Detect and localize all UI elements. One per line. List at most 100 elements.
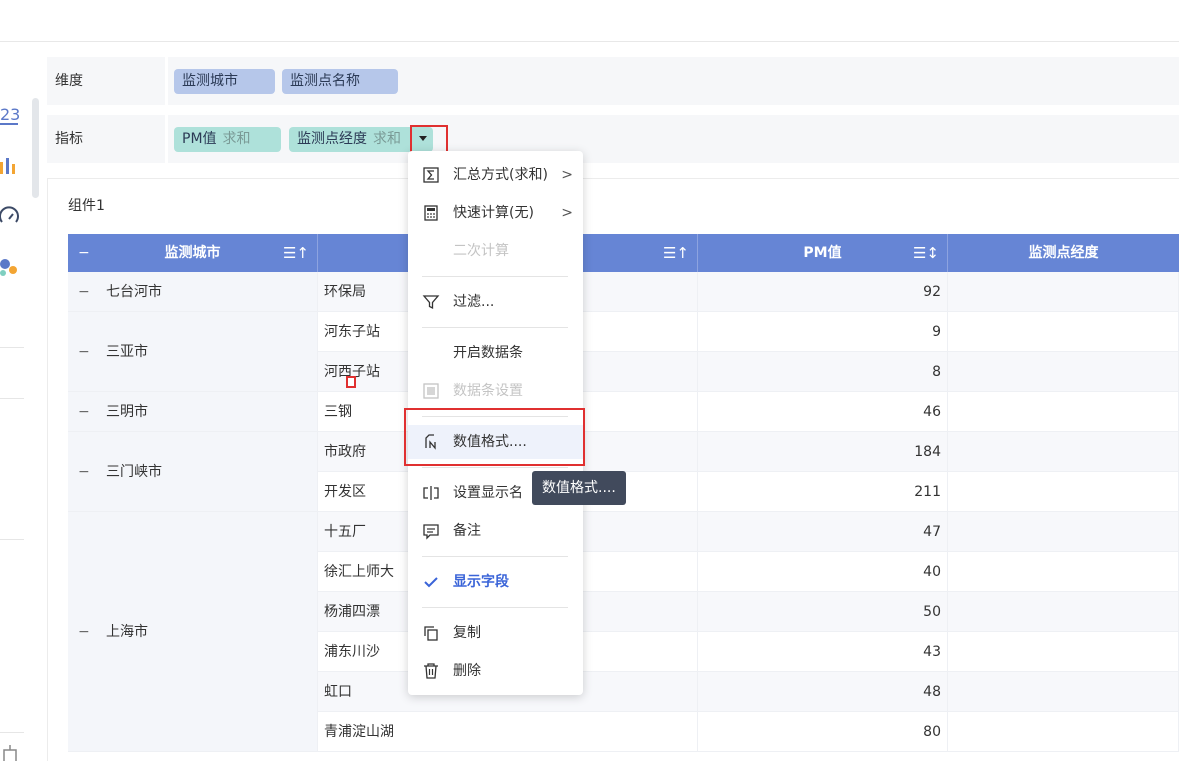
collapse-row-icon[interactable]: − bbox=[78, 432, 90, 511]
longitude-cell bbox=[948, 552, 1179, 592]
measure-pill-name: PM值 bbox=[182, 131, 217, 147]
header-label: PM值 bbox=[803, 245, 842, 261]
check-icon bbox=[424, 577, 438, 588]
collapse-row-icon[interactable]: − bbox=[78, 272, 90, 311]
menu-item-0[interactable]: 汇总方式(求和) > bbox=[408, 158, 583, 192]
longitude-cell bbox=[948, 672, 1179, 712]
city-cell: − 七台河市 bbox=[68, 272, 318, 312]
bubble-chart-icon[interactable] bbox=[0, 256, 22, 278]
header-label: 监测点经度 bbox=[1028, 245, 1099, 261]
pm-cell: 43 bbox=[698, 632, 948, 672]
city-cell: − 三明市 bbox=[68, 392, 318, 432]
strip-divider bbox=[0, 398, 24, 399]
pm-cell: 8 bbox=[698, 352, 948, 392]
annotation-highlight-box bbox=[404, 408, 585, 466]
menu-item-5: 数据条设置 bbox=[408, 374, 583, 408]
sort-asc-icon[interactable]: ☰↑ bbox=[663, 234, 689, 272]
annotation-marker bbox=[346, 376, 356, 388]
pm-cell: 80 bbox=[698, 712, 948, 752]
longitude-cell bbox=[948, 312, 1179, 352]
trash-icon bbox=[424, 663, 438, 679]
caret-down-icon bbox=[419, 136, 427, 141]
measure-pill-pm[interactable]: PM值 求和 bbox=[174, 127, 281, 152]
collapse-all-icon[interactable]: − bbox=[78, 234, 90, 272]
menu-separator bbox=[422, 327, 568, 328]
chevron-right-icon: > bbox=[561, 167, 573, 183]
menu-item-11[interactable]: 删除 bbox=[408, 654, 583, 688]
pm-cell: 47 bbox=[698, 512, 948, 552]
column-header-pm[interactable]: PM值 ☰↕ bbox=[698, 234, 948, 272]
sort-asc-icon[interactable]: ☰↑ bbox=[283, 234, 309, 272]
calculator-icon bbox=[424, 205, 438, 221]
city-cell: − 三门峡市 bbox=[68, 432, 318, 512]
number-chart-icon[interactable]: 23 bbox=[0, 104, 22, 126]
copy-icon bbox=[424, 626, 438, 641]
menu-item-2: 二次计算 bbox=[408, 234, 583, 268]
menu-item-label: 过滤... bbox=[453, 294, 495, 310]
menu-item-10[interactable]: 复制 bbox=[408, 616, 583, 650]
left-chart-type-strip: 23 bbox=[0, 42, 30, 761]
city-label: 三门峡市 bbox=[106, 464, 162, 480]
longitude-cell bbox=[948, 392, 1179, 432]
longitude-cell bbox=[948, 272, 1179, 312]
column-header-longitude[interactable]: 监测点经度 bbox=[948, 234, 1179, 272]
longitude-cell bbox=[948, 472, 1179, 512]
menu-item-8[interactable]: 备注 bbox=[408, 514, 583, 548]
city-label: 七台河市 bbox=[106, 284, 162, 300]
menu-separator bbox=[422, 467, 568, 468]
component-icon[interactable] bbox=[0, 742, 22, 761]
pm-cell: 48 bbox=[698, 672, 948, 712]
bar-chart-icon[interactable] bbox=[0, 154, 22, 176]
longitude-cell bbox=[948, 632, 1179, 672]
strip-divider bbox=[0, 539, 24, 540]
measure-label: 指标 bbox=[55, 131, 83, 147]
column-header-city[interactable]: − 监测城市 ☰↑ bbox=[68, 234, 318, 272]
collapse-row-icon[interactable]: − bbox=[78, 392, 90, 431]
menu-item-label: 开启数据条 bbox=[453, 345, 523, 361]
measure-pill-agg: 求和 bbox=[222, 131, 251, 147]
longitude-cell bbox=[948, 432, 1179, 472]
menu-item-1[interactable]: 快速计算(无) > bbox=[408, 196, 583, 230]
menu-item-label: 数据条设置 bbox=[453, 383, 523, 399]
menu-separator bbox=[422, 556, 568, 557]
strip-divider bbox=[0, 732, 24, 733]
strip-divider bbox=[0, 347, 24, 348]
menu-item-label: 汇总方式(求和) bbox=[453, 167, 548, 183]
menu-item-label: 复制 bbox=[453, 625, 481, 641]
menu-item-label: 快速计算(无) bbox=[453, 205, 534, 221]
rename-icon bbox=[423, 486, 439, 500]
tooltip: 数值格式.... bbox=[532, 471, 626, 505]
dimension-pill-city[interactable]: 监测城市 bbox=[174, 69, 275, 94]
pm-cell: 46 bbox=[698, 392, 948, 432]
city-label: 三亚市 bbox=[106, 344, 148, 360]
city-label: 三明市 bbox=[106, 404, 148, 420]
measure-row: 指标 PM值 求和 监测点经度 求和 bbox=[47, 115, 1179, 163]
chevron-right-icon: > bbox=[561, 205, 573, 221]
pm-cell: 50 bbox=[698, 592, 948, 632]
measure-pill-dropdown-button[interactable] bbox=[410, 125, 448, 153]
menu-item-9[interactable]: 显示字段 bbox=[408, 565, 583, 599]
databar-icon bbox=[423, 383, 439, 399]
menu-item-label: 设置显示名 bbox=[453, 485, 523, 501]
gauge-chart-icon[interactable] bbox=[0, 206, 22, 228]
sort-both-icon[interactable]: ☰↕ bbox=[913, 234, 939, 272]
menu-item-label: 显示字段 bbox=[453, 574, 509, 590]
menu-item-4[interactable]: 开启数据条 bbox=[408, 336, 583, 370]
menu-item-label: 备注 bbox=[453, 523, 481, 539]
left-scrollbar[interactable] bbox=[32, 98, 39, 198]
measure-pill-agg: 求和 bbox=[373, 131, 401, 147]
menu-separator bbox=[422, 276, 568, 277]
dimension-row: 维度 监测城市 监测点名称 bbox=[47, 57, 1179, 105]
collapse-row-icon[interactable]: − bbox=[78, 312, 90, 391]
field-separator bbox=[165, 57, 168, 105]
pm-cell: 184 bbox=[698, 432, 948, 472]
pm-cell: 40 bbox=[698, 552, 948, 592]
dimension-pill-site[interactable]: 监测点名称 bbox=[282, 69, 398, 94]
collapse-row-icon[interactable]: − bbox=[78, 512, 90, 751]
menu-item-3[interactable]: 过滤... bbox=[408, 285, 583, 319]
menu-item-label: 二次计算 bbox=[453, 243, 509, 259]
pm-cell: 211 bbox=[698, 472, 948, 512]
header-label: 监测城市 bbox=[164, 245, 221, 261]
measure-pill-name: 监测点经度 bbox=[297, 131, 367, 147]
field-separator bbox=[165, 115, 168, 163]
